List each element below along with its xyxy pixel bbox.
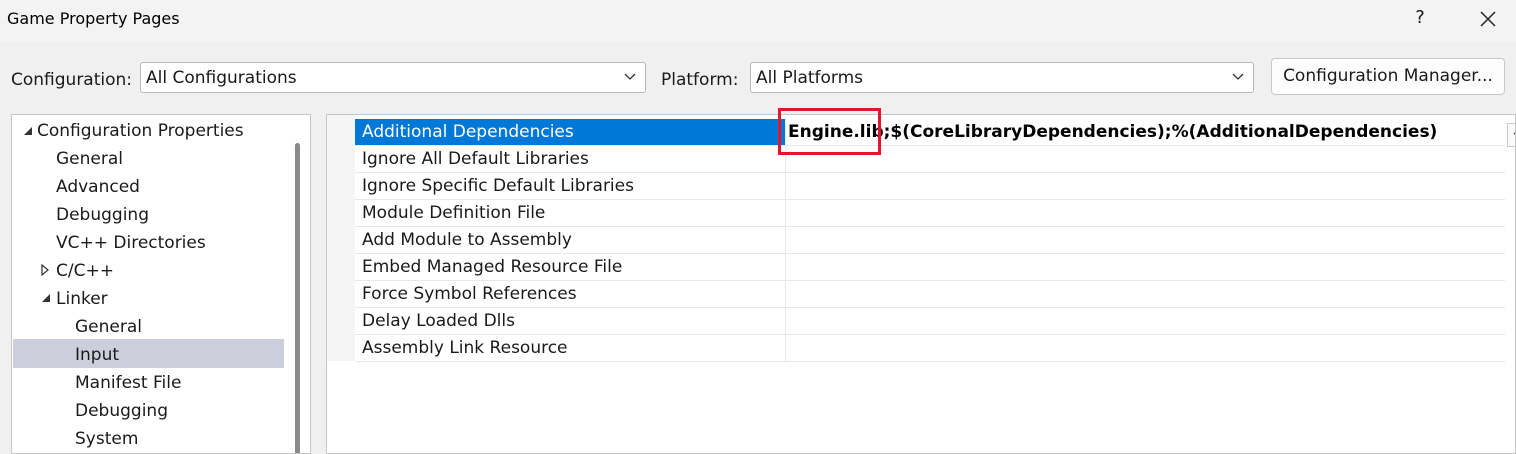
chevron-down-icon (1232, 73, 1244, 80)
window-title: Game Property Pages (7, 9, 180, 28)
grid-row[interactable]: Ignore All Default Libraries (355, 146, 1505, 173)
tree-item-linker-debugging[interactable]: Debugging (75, 398, 168, 424)
close-icon (1480, 11, 1496, 27)
property-name: Add Module to Assembly (362, 230, 572, 250)
grid-row[interactable]: Delay Loaded Dlls (355, 308, 1505, 335)
collapse-triangle-icon[interactable] (22, 125, 34, 137)
property-name: Delay Loaded Dlls (362, 311, 515, 331)
property-tree: Configuration Properties General Advance… (11, 114, 311, 454)
tree-item-debugging[interactable]: Debugging (56, 202, 149, 228)
chevron-down-icon (624, 73, 636, 80)
annotation-highlight-box (778, 108, 881, 155)
grid-gutter (327, 115, 355, 361)
column-divider (785, 281, 786, 308)
tree-scrollbar[interactable] (295, 143, 300, 453)
configuration-manager-button[interactable]: Configuration Manager... (1271, 58, 1505, 95)
configuration-dropdown[interactable]: All Configurations (140, 62, 646, 93)
tree-item-advanced[interactable]: Advanced (56, 174, 140, 200)
property-name: Additional Dependencies (355, 119, 785, 145)
property-name: Embed Managed Resource File (362, 257, 623, 277)
platform-label: Platform: (661, 70, 739, 90)
grid-row-additional-dependencies[interactable]: Additional Dependencies Engine.lib;$(Cor… (355, 119, 1515, 147)
title-bar: Game Property Pages ? (0, 0, 1516, 42)
tree-item-general[interactable]: General (56, 146, 123, 172)
tree-item-manifest-file[interactable]: Manifest File (75, 370, 181, 396)
grid-row[interactable]: Assembly Link Resource (355, 335, 1505, 362)
grid-row[interactable]: Force Symbol References (355, 281, 1505, 308)
property-name: Ignore All Default Libraries (362, 149, 589, 169)
configuration-value: All Configurations (146, 68, 297, 88)
tree-item-c-cpp[interactable]: C/C++ (56, 258, 114, 284)
help-button[interactable]: ? (1408, 7, 1432, 31)
property-name: Module Definition File (362, 203, 546, 223)
tree-item-linker[interactable]: Linker (56, 286, 108, 312)
tree-item-linker-general[interactable]: General (75, 314, 142, 340)
property-name: Ignore Specific Default Libraries (362, 176, 634, 196)
grid-row[interactable]: Add Module to Assembly (355, 227, 1505, 254)
expand-triangle-icon[interactable] (39, 264, 51, 276)
configuration-label: Configuration: (11, 70, 133, 90)
column-divider (785, 227, 786, 254)
column-divider (785, 308, 786, 335)
grid-row[interactable]: Ignore Specific Default Libraries (355, 173, 1505, 200)
property-name: Assembly Link Resource (362, 338, 568, 358)
property-value[interactable]: Engine.lib;$(CoreLibraryDependencies);%(… (788, 119, 1437, 145)
platform-value: All Platforms (756, 68, 864, 88)
tree-selection-highlight (13, 339, 284, 368)
platform-dropdown[interactable]: All Platforms (750, 62, 1254, 93)
tree-item-vc-directories[interactable]: VC++ Directories (56, 230, 206, 256)
column-divider (785, 173, 786, 200)
chevron-down-icon (1513, 132, 1515, 135)
grid-row[interactable]: Embed Managed Resource File (355, 254, 1505, 281)
column-divider (785, 200, 786, 227)
tree-item-configuration-properties[interactable]: Configuration Properties (37, 118, 244, 144)
value-dropdown-button[interactable] (1507, 123, 1515, 147)
close-button[interactable] (1474, 5, 1502, 33)
tree-item-system[interactable]: System (75, 426, 138, 452)
property-grid: Additional Dependencies Engine.lib;$(Cor… (326, 114, 1516, 454)
collapse-triangle-icon[interactable] (40, 292, 52, 304)
column-divider (785, 335, 786, 362)
grid-row[interactable]: Module Definition File (355, 200, 1505, 227)
column-divider (785, 254, 786, 281)
tree-item-linker-input[interactable]: Input (75, 342, 119, 368)
property-name: Force Symbol References (362, 284, 577, 304)
